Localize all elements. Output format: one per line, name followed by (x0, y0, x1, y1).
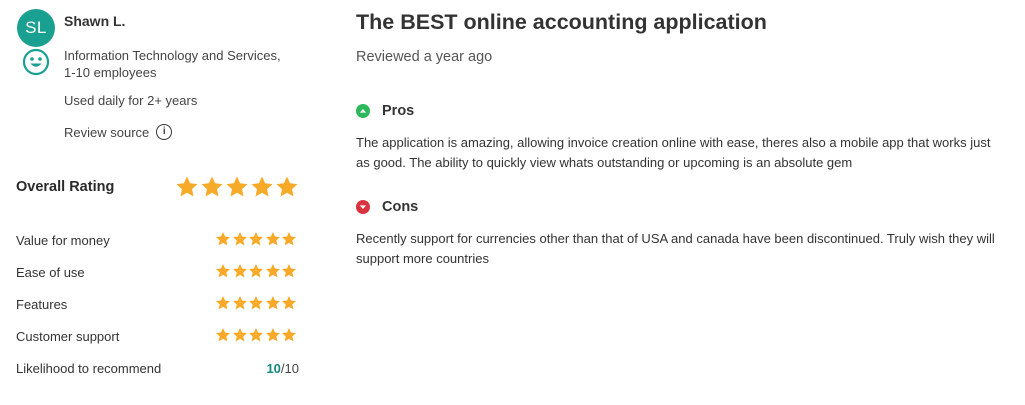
avatar: SL (17, 9, 55, 47)
star-icon (249, 328, 263, 342)
rating-stars-value (215, 231, 298, 247)
star-icon (265, 328, 280, 342)
star-icon (216, 264, 230, 278)
star-icon (201, 176, 223, 197)
rating-label-support: Customer support (16, 329, 120, 344)
reviewer-usage: Used daily for 2+ years (64, 93, 198, 108)
recommend-score-max: /10 (280, 361, 299, 376)
star-icon (249, 232, 263, 246)
cons-label: Cons (382, 199, 419, 215)
pros-text: The application is amazing, allowing inv… (356, 135, 991, 170)
review-source-label: Review source (64, 124, 150, 140)
cons-down-icon (356, 200, 370, 214)
star-icon (251, 176, 273, 197)
star-icon (265, 264, 280, 278)
cons-text: Recently support for currencies other th… (356, 231, 995, 266)
overall-rating-label: Overall Rating (16, 179, 115, 195)
review-source: Review source i (64, 124, 173, 140)
star-icon (232, 232, 247, 246)
star-icon (232, 296, 247, 310)
star-icon (282, 328, 296, 342)
pros-label: Pros (382, 103, 415, 119)
recommend-score: 10/10 (266, 361, 299, 376)
star-icon (232, 328, 247, 342)
star-icon (216, 328, 230, 342)
star-icon (265, 296, 280, 310)
star-icon (282, 232, 296, 246)
star-icon (282, 296, 296, 310)
rating-label-ease: Ease of use (16, 265, 85, 280)
smiley-icon (22, 48, 50, 76)
reviewer-name: Shawn L. (64, 13, 126, 29)
info-icon[interactable]: i (156, 124, 173, 140)
star-icon (232, 264, 247, 278)
star-icon (249, 296, 263, 310)
reviewer-industry: Information Technology and Services, (64, 48, 281, 63)
star-icon (216, 232, 230, 246)
star-icon (226, 176, 248, 197)
reviewer-company-size: 1-10 employees (64, 65, 157, 80)
pros-heading: Pros (356, 103, 414, 119)
star-icon (265, 232, 280, 246)
pros-up-icon (356, 104, 370, 118)
rating-stars-support (215, 327, 298, 343)
recommend-score-value: 10 (266, 361, 281, 376)
rating-label-features: Features (16, 297, 68, 312)
rating-stars-features (215, 295, 298, 311)
star-icon (282, 264, 296, 278)
rating-label-value: Value for money (16, 233, 110, 248)
recommend-label: Likelihood to recommend (16, 361, 162, 376)
cons-heading: Cons (356, 199, 418, 215)
review-date: Reviewed a year ago (356, 49, 493, 65)
overall-rating-stars (175, 175, 300, 199)
star-icon (216, 296, 230, 310)
star-icon (249, 264, 263, 278)
review-title: The BEST online accounting application (356, 10, 767, 34)
star-icon (176, 176, 198, 197)
rating-stars-ease (215, 263, 298, 279)
star-icon (276, 176, 298, 197)
